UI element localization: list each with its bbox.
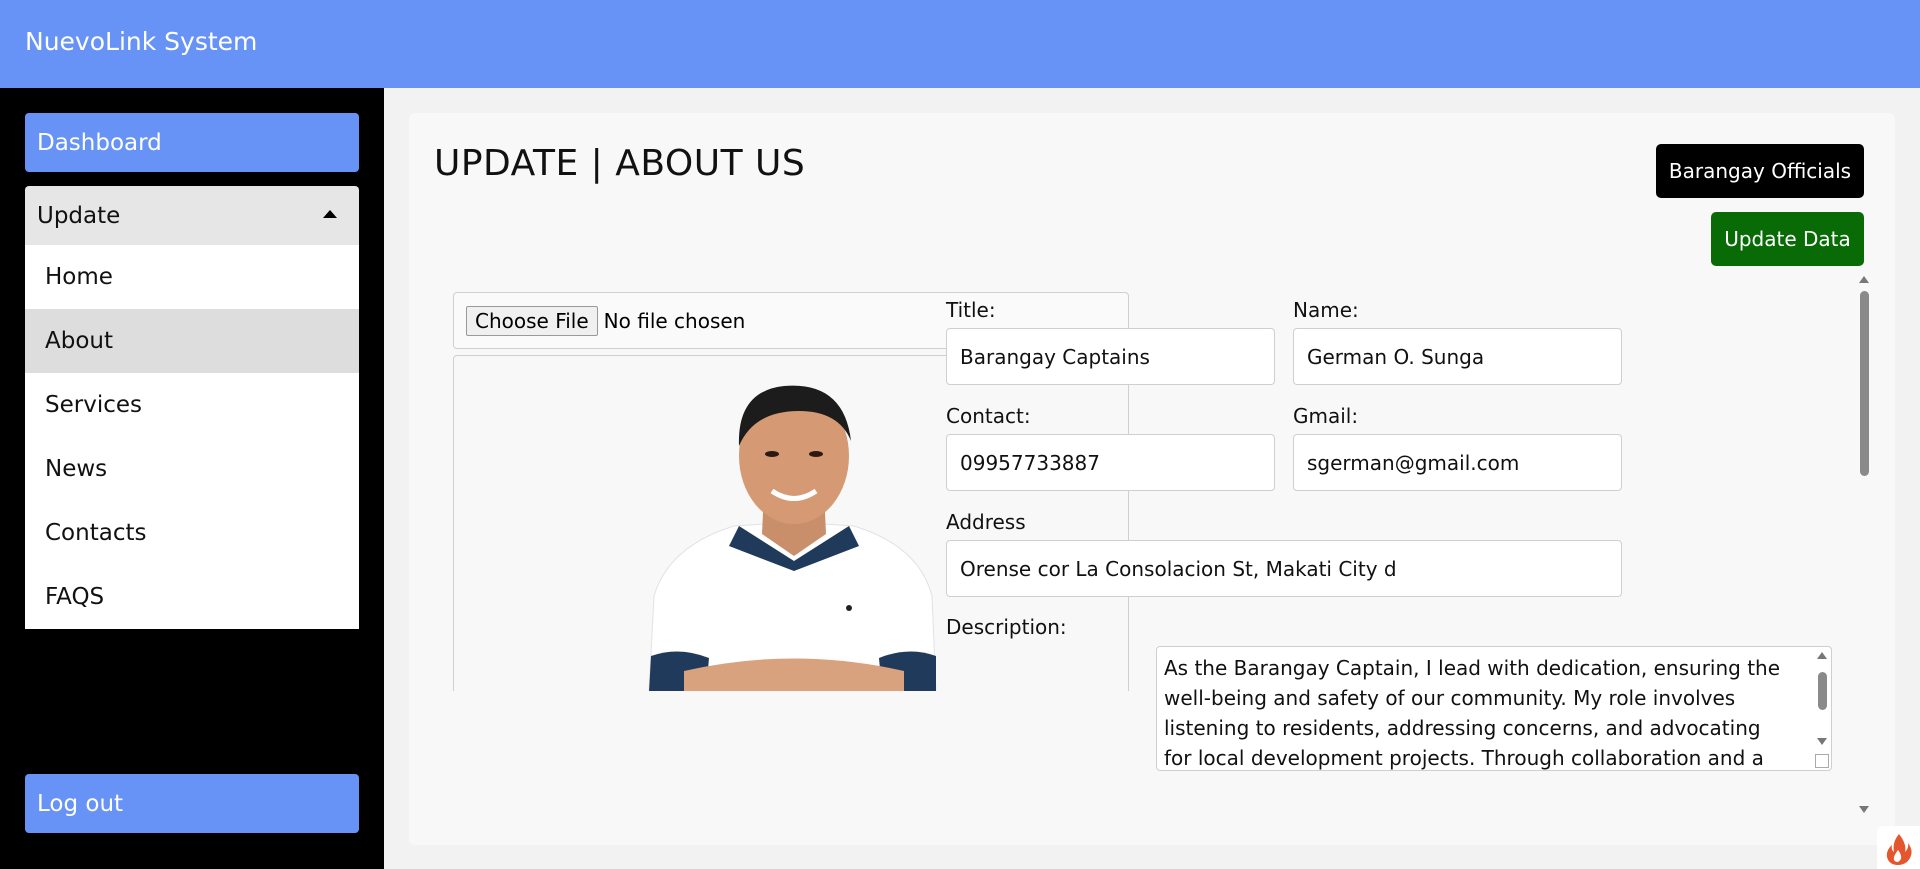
submenu-item-contacts[interactable]: Contacts (25, 501, 359, 565)
gmail-label: Gmail: (1293, 404, 1359, 428)
textarea-scroll-up-icon[interactable] (1817, 652, 1827, 659)
page-title: UPDATE | ABOUT US (434, 143, 806, 184)
scroll-up-icon[interactable] (1859, 276, 1869, 283)
update-dropdown-label: Update (37, 202, 121, 229)
scroll-thumb[interactable] (1860, 291, 1869, 476)
submenu-item-home[interactable]: Home (25, 245, 359, 309)
textarea-scrollbar[interactable] (1815, 650, 1829, 750)
address-label: Address (946, 510, 1026, 534)
submenu-item-about[interactable]: About (25, 309, 359, 373)
name-input[interactable]: German O. Sunga (1293, 328, 1622, 385)
caret-up-icon (323, 210, 337, 218)
submenu-item-news[interactable]: News (25, 437, 359, 501)
update-data-button[interactable]: Update Data (1711, 212, 1864, 266)
resize-grip-icon[interactable] (1815, 754, 1829, 768)
update-submenu: Home About Services News Contacts FAQS (25, 245, 359, 629)
form-scrollbar[interactable] (1857, 276, 1873, 816)
update-dropdown-toggle[interactable]: Update (25, 186, 359, 245)
contact-input[interactable]: 09957733887 (946, 434, 1275, 491)
fire-icon-graphic (1886, 834, 1912, 865)
barangay-officials-button[interactable]: Barangay Officials (1656, 144, 1864, 198)
textarea-scroll-down-icon[interactable] (1817, 738, 1827, 745)
contact-label: Contact: (946, 404, 1031, 428)
sidebar: Dashboard Update Home About Services New… (0, 88, 384, 869)
scroll-down-icon[interactable] (1859, 806, 1869, 813)
top-bar: NuevoLink System (0, 0, 1920, 88)
description-label: Description: (946, 615, 1067, 639)
submenu-item-services[interactable]: Services (25, 373, 359, 437)
dashboard-button[interactable]: Dashboard (25, 113, 359, 172)
address-input[interactable]: Orense cor La Consolacion St, Makati Cit… (946, 540, 1622, 597)
app-title: NuevoLink System (25, 27, 258, 56)
title-input[interactable]: Barangay Captains (946, 328, 1275, 385)
logout-button[interactable]: Log out (25, 774, 359, 833)
description-textarea[interactable]: As the Barangay Captain, I lead with ded… (1156, 646, 1832, 771)
gmail-input[interactable]: sgerman@gmail.com (1293, 434, 1622, 491)
file-status: No file chosen (603, 308, 746, 333)
name-label: Name: (1293, 298, 1359, 322)
choose-file-button[interactable]: Choose File (466, 305, 598, 336)
title-label: Title: (946, 298, 996, 322)
textarea-scroll-thumb[interactable] (1818, 672, 1827, 710)
description-text: As the Barangay Captain, I lead with ded… (1164, 656, 1781, 770)
fire-icon[interactable] (1877, 826, 1920, 869)
submenu-item-faqs[interactable]: FAQS (25, 565, 359, 629)
